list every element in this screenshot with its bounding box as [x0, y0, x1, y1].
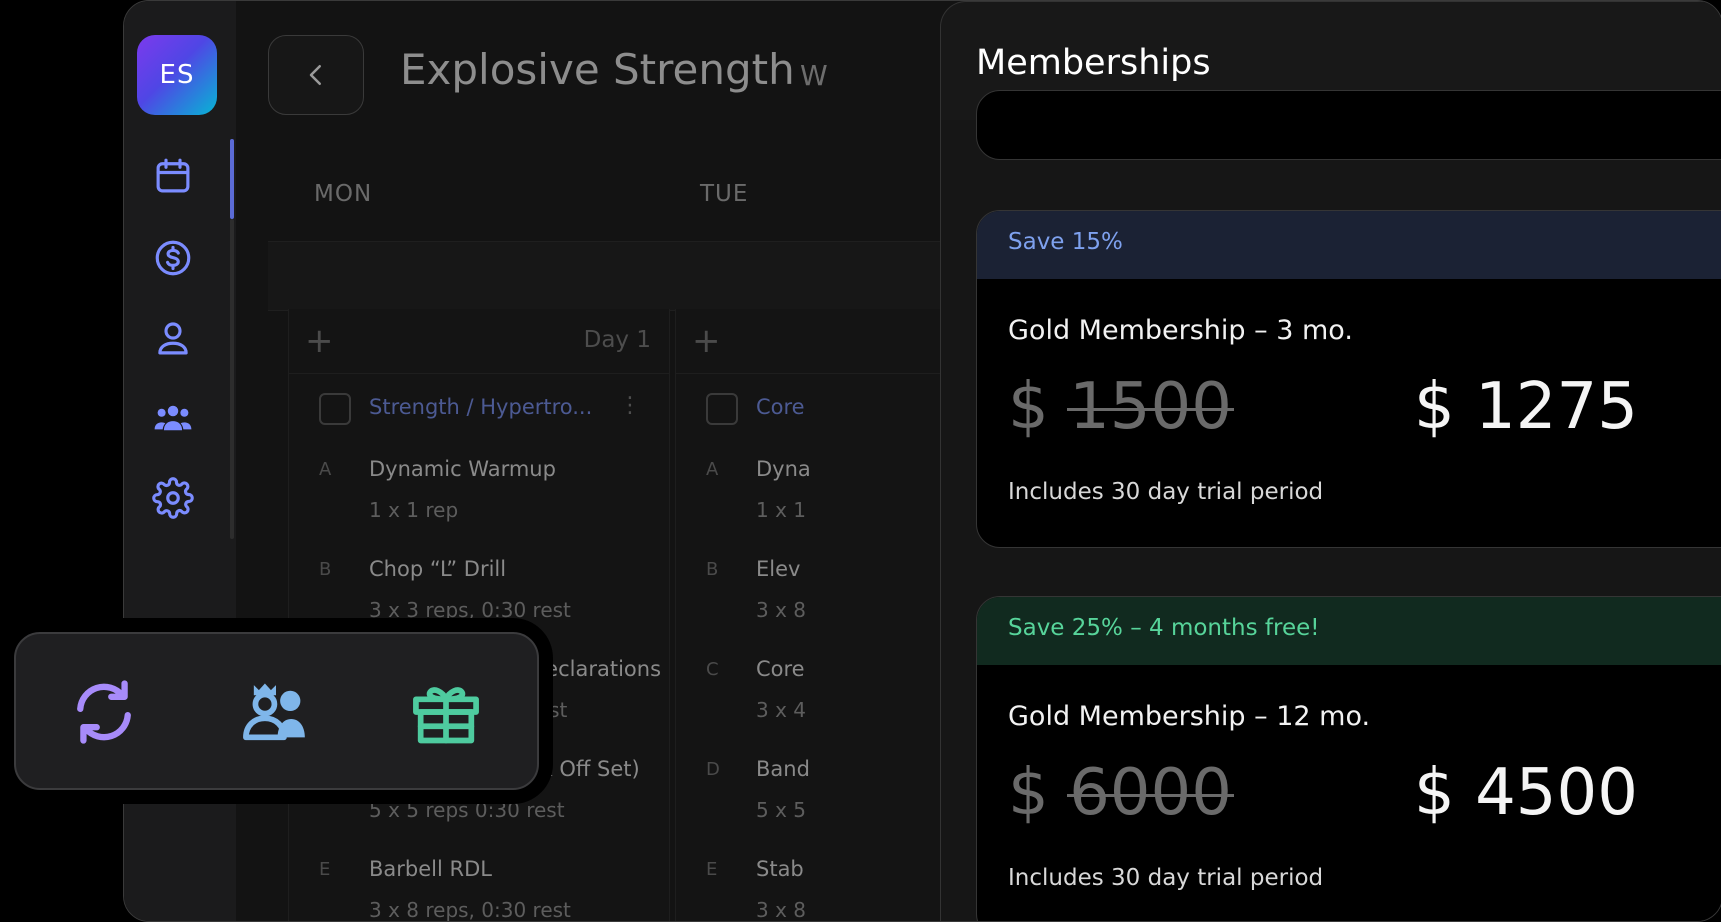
plan-name: Gold Membership – 3 mo. [1008, 315, 1353, 346]
exercise-detail: 1 x 1 [756, 498, 806, 522]
exercise-name[interactable]: Elev [756, 557, 800, 581]
discounted-price: $ 4500 [1414, 756, 1638, 830]
user-icon[interactable] [152, 317, 194, 359]
exercise-name[interactable]: Band [756, 757, 810, 781]
exercise-name[interactable]: Dyna [756, 457, 811, 481]
column-header: + Day 1 [289, 309, 669, 374]
workout-group-title[interactable]: Core [756, 395, 805, 419]
exercise-detail: 5 x 5 [756, 798, 806, 822]
more-options-icon[interactable]: ⋮ [619, 393, 641, 418]
membership-card[interactable]: Save 15% Gold Membership – 3 mo. $ 1500 … [976, 210, 1721, 548]
back-button[interactable] [268, 35, 364, 115]
exercise-name[interactable]: Declarations [529, 657, 661, 681]
exercise-detail: 3 x 4 [756, 698, 806, 722]
original-price: $ 6000 [1008, 756, 1232, 830]
discounted-price: $ 1275 [1414, 370, 1638, 444]
dollar-icon[interactable] [152, 237, 194, 279]
memberships-panel: Memberships Save 15% Gold Membership – 3… [940, 1, 1721, 921]
membership-list[interactable]: Save 15% Gold Membership – 3 mo. $ 1500 … [941, 90, 1721, 921]
membership-card[interactable]: Save 25% – 4 months free! Gold Membershi… [976, 596, 1721, 921]
avatar-initials: ES [159, 60, 195, 90]
chevron-left-icon [309, 65, 321, 85]
exercise-detail: 3 x 8 [756, 898, 806, 922]
savings-badge: Save 15% [1008, 229, 1123, 255]
exercise-name[interactable]: Barbell RDL [369, 857, 492, 881]
exercise-letter: E [319, 859, 331, 880]
plan-name: Gold Membership – 12 mo. [1008, 701, 1371, 732]
sidebar-scrollbar[interactable] [230, 219, 234, 539]
exercise-detail: 1 x 1 rep [369, 498, 459, 522]
group-icon[interactable] [152, 397, 194, 439]
calendar-icon[interactable] [152, 155, 194, 197]
exercise-name[interactable]: ck Off Set) [529, 757, 640, 781]
exercise-letter: A [319, 459, 332, 480]
original-price: $ 1500 [1008, 370, 1232, 444]
exercise-detail: 3 x 8 [756, 598, 806, 622]
exercise-detail: 5 x 5 reps 0:30 rest [369, 798, 565, 822]
week-row [268, 241, 968, 311]
page-title-tail: W [800, 59, 828, 92]
floating-toolbar [14, 632, 539, 790]
exercise-name[interactable]: Chop “L” Drill [369, 557, 506, 581]
gift-icon[interactable] [408, 674, 484, 750]
panel-title: Memberships [976, 43, 1211, 83]
exercise-letter: A [706, 459, 719, 480]
page-title: Explosive Strength [400, 45, 795, 94]
exercise-detail: 3 x 3 reps, 0:30 rest [369, 598, 571, 622]
savings-banner: Save 15% [977, 211, 1721, 279]
exercise-name[interactable]: Stab [756, 857, 804, 881]
add-icon[interactable]: + [692, 321, 721, 361]
exercise-letter: D [706, 759, 720, 780]
savings-badge: Save 25% – 4 months free! [1008, 615, 1320, 641]
day-label: Day 1 [583, 327, 651, 353]
exercise-letter: B [706, 559, 719, 580]
trial-note: Includes 30 day trial period [1008, 865, 1324, 891]
savings-banner: Save 25% – 4 months free! [977, 597, 1721, 665]
day-header-mon: MON [314, 181, 373, 207]
exercise-letter: C [706, 659, 719, 680]
exercise-name[interactable]: Core [756, 657, 805, 681]
sidebar-active-indicator [230, 139, 234, 219]
avatar[interactable]: ES [137, 35, 217, 115]
exercise-letter: B [319, 559, 332, 580]
add-icon[interactable]: + [305, 321, 334, 361]
group-checkbox[interactable] [706, 393, 738, 425]
client-switch-icon[interactable] [238, 674, 314, 750]
group-checkbox[interactable] [319, 393, 351, 425]
workout-group-title[interactable]: Strength / Hypertro... [369, 395, 592, 419]
exercise-detail: 3 x 8 reps, 0:30 rest [369, 898, 571, 922]
exercise-letter: E [706, 859, 718, 880]
exercise-name[interactable]: Dynamic Warmup [369, 457, 556, 481]
day-header-tue: TUE [700, 181, 749, 207]
day-column: + Day 1 Strength / Hypertro... ⋮ A Dynam… [288, 309, 670, 922]
sync-icon[interactable] [66, 674, 142, 750]
membership-card[interactable] [976, 90, 1721, 160]
gear-icon[interactable] [152, 477, 194, 519]
trial-note: Includes 30 day trial period [1008, 479, 1324, 505]
